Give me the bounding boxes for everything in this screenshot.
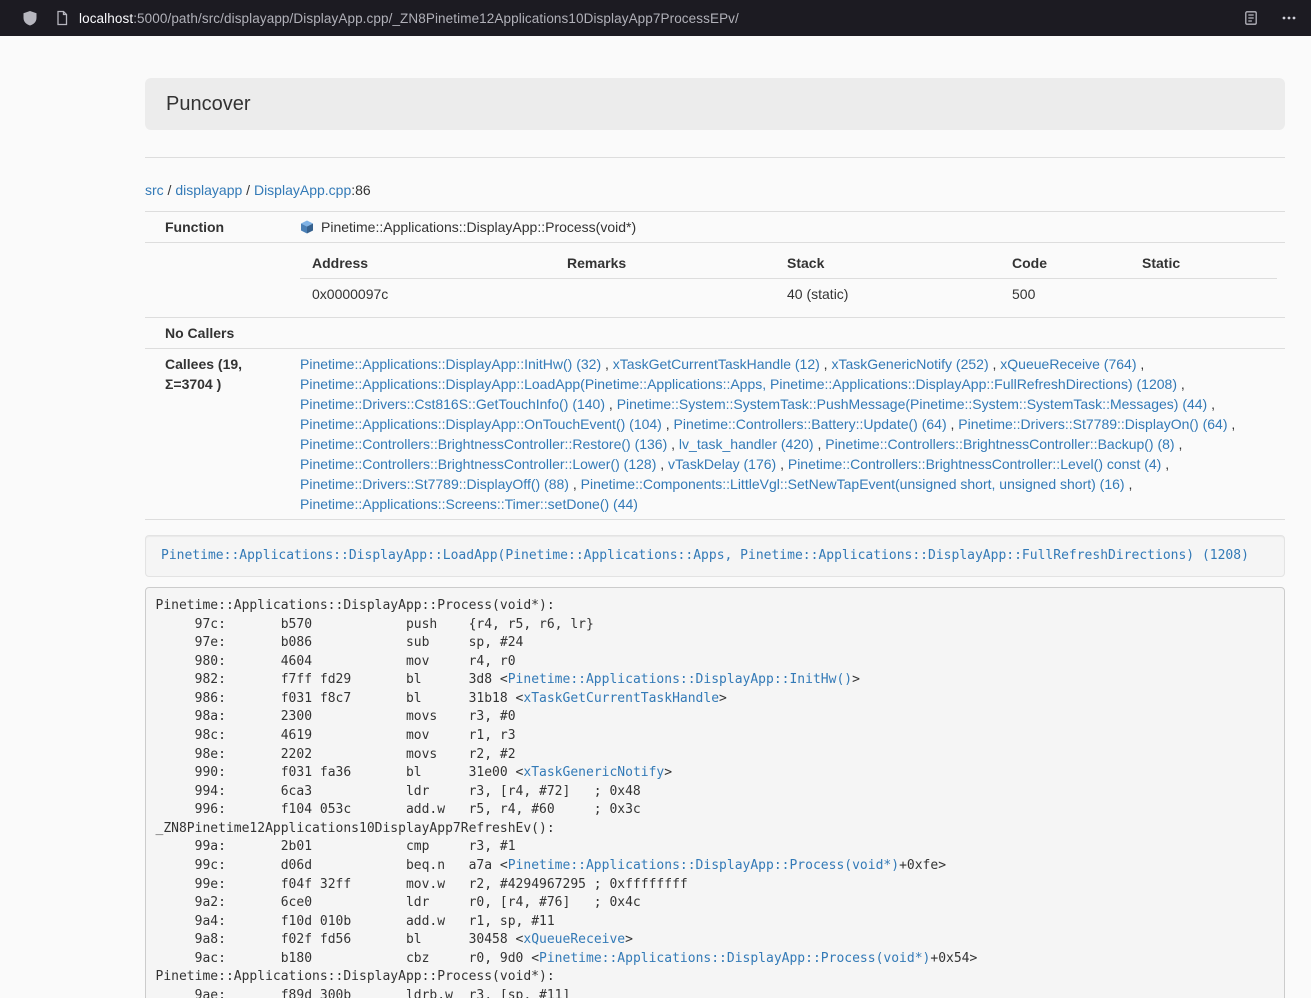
callee-link[interactable]: Pinetime::Controllers::BrightnessControl… <box>825 436 1174 452</box>
stats-header: Code <box>1000 248 1130 279</box>
stats-header-row: AddressRemarksStackCodeStatic <box>300 248 1277 279</box>
function-name: Pinetime::Applications::DisplayApp::Proc… <box>321 219 636 235</box>
breadcrumb-link[interactable]: displayapp <box>175 182 242 198</box>
stats-value-row: 0x0000097c 40 (static)500 <box>300 279 1277 313</box>
symbol-info-table: Function Pinetime::Applications::Display… <box>145 211 1285 520</box>
callee-link[interactable]: Pinetime::Controllers::BrightnessControl… <box>300 436 667 452</box>
callee-link[interactable]: xTaskGenericNotify (252) <box>831 356 988 372</box>
breadcrumb-line-number: :86 <box>351 182 370 198</box>
url-host: localhost <box>79 11 133 26</box>
tracking-protection-shield-icon[interactable] <box>22 10 38 26</box>
url-path: :5000/path/src/displayapp/DisplayApp.cpp… <box>133 11 739 26</box>
callee-link[interactable]: Pinetime::Applications::DisplayApp::OnTo… <box>300 416 662 432</box>
code-symbol-link[interactable]: xTaskGenericNotify <box>523 765 664 780</box>
callee-link[interactable]: Pinetime::Applications::Screens::Timer::… <box>300 496 638 512</box>
url-bar[interactable]: localhost:5000/path/src/displayapp/Displ… <box>79 11 1243 26</box>
callee-link[interactable]: xQueueReceive (764) <box>1000 356 1136 372</box>
callee-link[interactable]: Pinetime::Drivers::St7789::DisplayOff() … <box>300 476 569 492</box>
stats-value <box>555 279 775 313</box>
reader-view-icon[interactable] <box>1243 10 1259 26</box>
page-info-icon[interactable] <box>54 10 70 26</box>
stats-value: 500 <box>1000 279 1130 313</box>
callee-link[interactable]: Pinetime::Drivers::Cst816S::GetTouchInfo… <box>300 396 605 412</box>
stats-header: Static <box>1130 248 1277 279</box>
callee-link[interactable]: Pinetime::Components::LittleVgl::SetNewT… <box>581 476 1125 492</box>
callee-link[interactable]: xTaskGetCurrentTaskHandle (12) <box>613 356 820 372</box>
no-callers-empty-cell <box>292 318 1285 349</box>
function-row: Function Pinetime::Applications::Display… <box>145 212 1285 243</box>
callees-list: Pinetime::Applications::DisplayApp::Init… <box>292 349 1285 520</box>
code-symbol-link[interactable]: Pinetime::Applications::DisplayApp::Init… <box>508 672 852 687</box>
code-symbol-link[interactable]: xQueueReceive <box>523 932 625 947</box>
code-symbol-link[interactable]: Pinetime::Applications::DisplayApp::Proc… <box>508 858 899 873</box>
overflow-menu-icon[interactable] <box>1281 10 1297 26</box>
callees-label: Callees (19, Σ=3704 ) <box>145 349 292 520</box>
function-label: Function <box>145 212 292 243</box>
function-icon <box>300 219 314 233</box>
page-content: Puncover src / displayapp / DisplayApp.c… <box>145 36 1285 998</box>
callee-link[interactable]: Pinetime::Drivers::St7789::DisplayOn() (… <box>958 416 1227 432</box>
stats-row: AddressRemarksStackCodeStatic 0x0000097c… <box>145 243 1285 318</box>
selected-symbol-box: Pinetime::Applications::DisplayApp::Load… <box>145 535 1285 577</box>
callee-link[interactable]: Pinetime::System::SystemTask::PushMessag… <box>617 396 1208 412</box>
stats-cell: AddressRemarksStackCodeStatic 0x0000097c… <box>292 243 1285 318</box>
callees-row: Callees (19, Σ=3704 ) Pinetime::Applicat… <box>145 349 1285 520</box>
callee-link[interactable]: vTaskDelay (176) <box>668 456 776 472</box>
no-callers-label: No Callers <box>145 318 292 349</box>
stats-header: Remarks <box>555 248 775 279</box>
selected-symbol-link[interactable]: Pinetime::Applications::DisplayApp::Load… <box>161 548 1249 563</box>
callee-link[interactable]: Pinetime::Applications::DisplayApp::Load… <box>300 376 1177 392</box>
breadcrumb: src / displayapp / DisplayApp.cpp:86 <box>145 180 1285 200</box>
code-symbol-link[interactable]: xTaskGetCurrentTaskHandle <box>523 691 719 706</box>
stats-table: AddressRemarksStackCodeStatic 0x0000097c… <box>300 248 1277 312</box>
stats-header: Address <box>300 248 555 279</box>
function-name-cell: Pinetime::Applications::DisplayApp::Proc… <box>292 212 1285 243</box>
stats-value <box>1130 279 1277 313</box>
breadcrumb-link[interactable]: src <box>145 182 164 198</box>
no-callers-row: No Callers <box>145 318 1285 349</box>
code-symbol-link[interactable]: Pinetime::Applications::DisplayApp::Proc… <box>539 951 930 966</box>
browser-toolbar: localhost:5000/path/src/displayapp/Displ… <box>0 0 1311 36</box>
callee-link[interactable]: Pinetime::Controllers::Battery::Update()… <box>674 416 947 432</box>
divider <box>145 157 1285 158</box>
stats-row-spacer <box>145 243 292 318</box>
callee-link[interactable]: Pinetime::Controllers::BrightnessControl… <box>300 456 656 472</box>
stats-header: Stack <box>775 248 1000 279</box>
breadcrumb-link[interactable]: DisplayApp.cpp <box>254 182 351 198</box>
disassembly-block: Pinetime::Applications::DisplayApp::Proc… <box>145 587 1285 998</box>
brand-banner: Puncover <box>145 78 1285 130</box>
brand-title: Puncover <box>166 93 251 115</box>
stats-value: 40 (static) <box>775 279 1000 313</box>
stats-value: 0x0000097c <box>300 279 555 313</box>
callee-link[interactable]: Pinetime::Controllers::BrightnessControl… <box>788 456 1161 472</box>
callee-link[interactable]: Pinetime::Applications::DisplayApp::Init… <box>300 356 601 372</box>
callee-link[interactable]: lv_task_handler (420) <box>679 436 814 452</box>
